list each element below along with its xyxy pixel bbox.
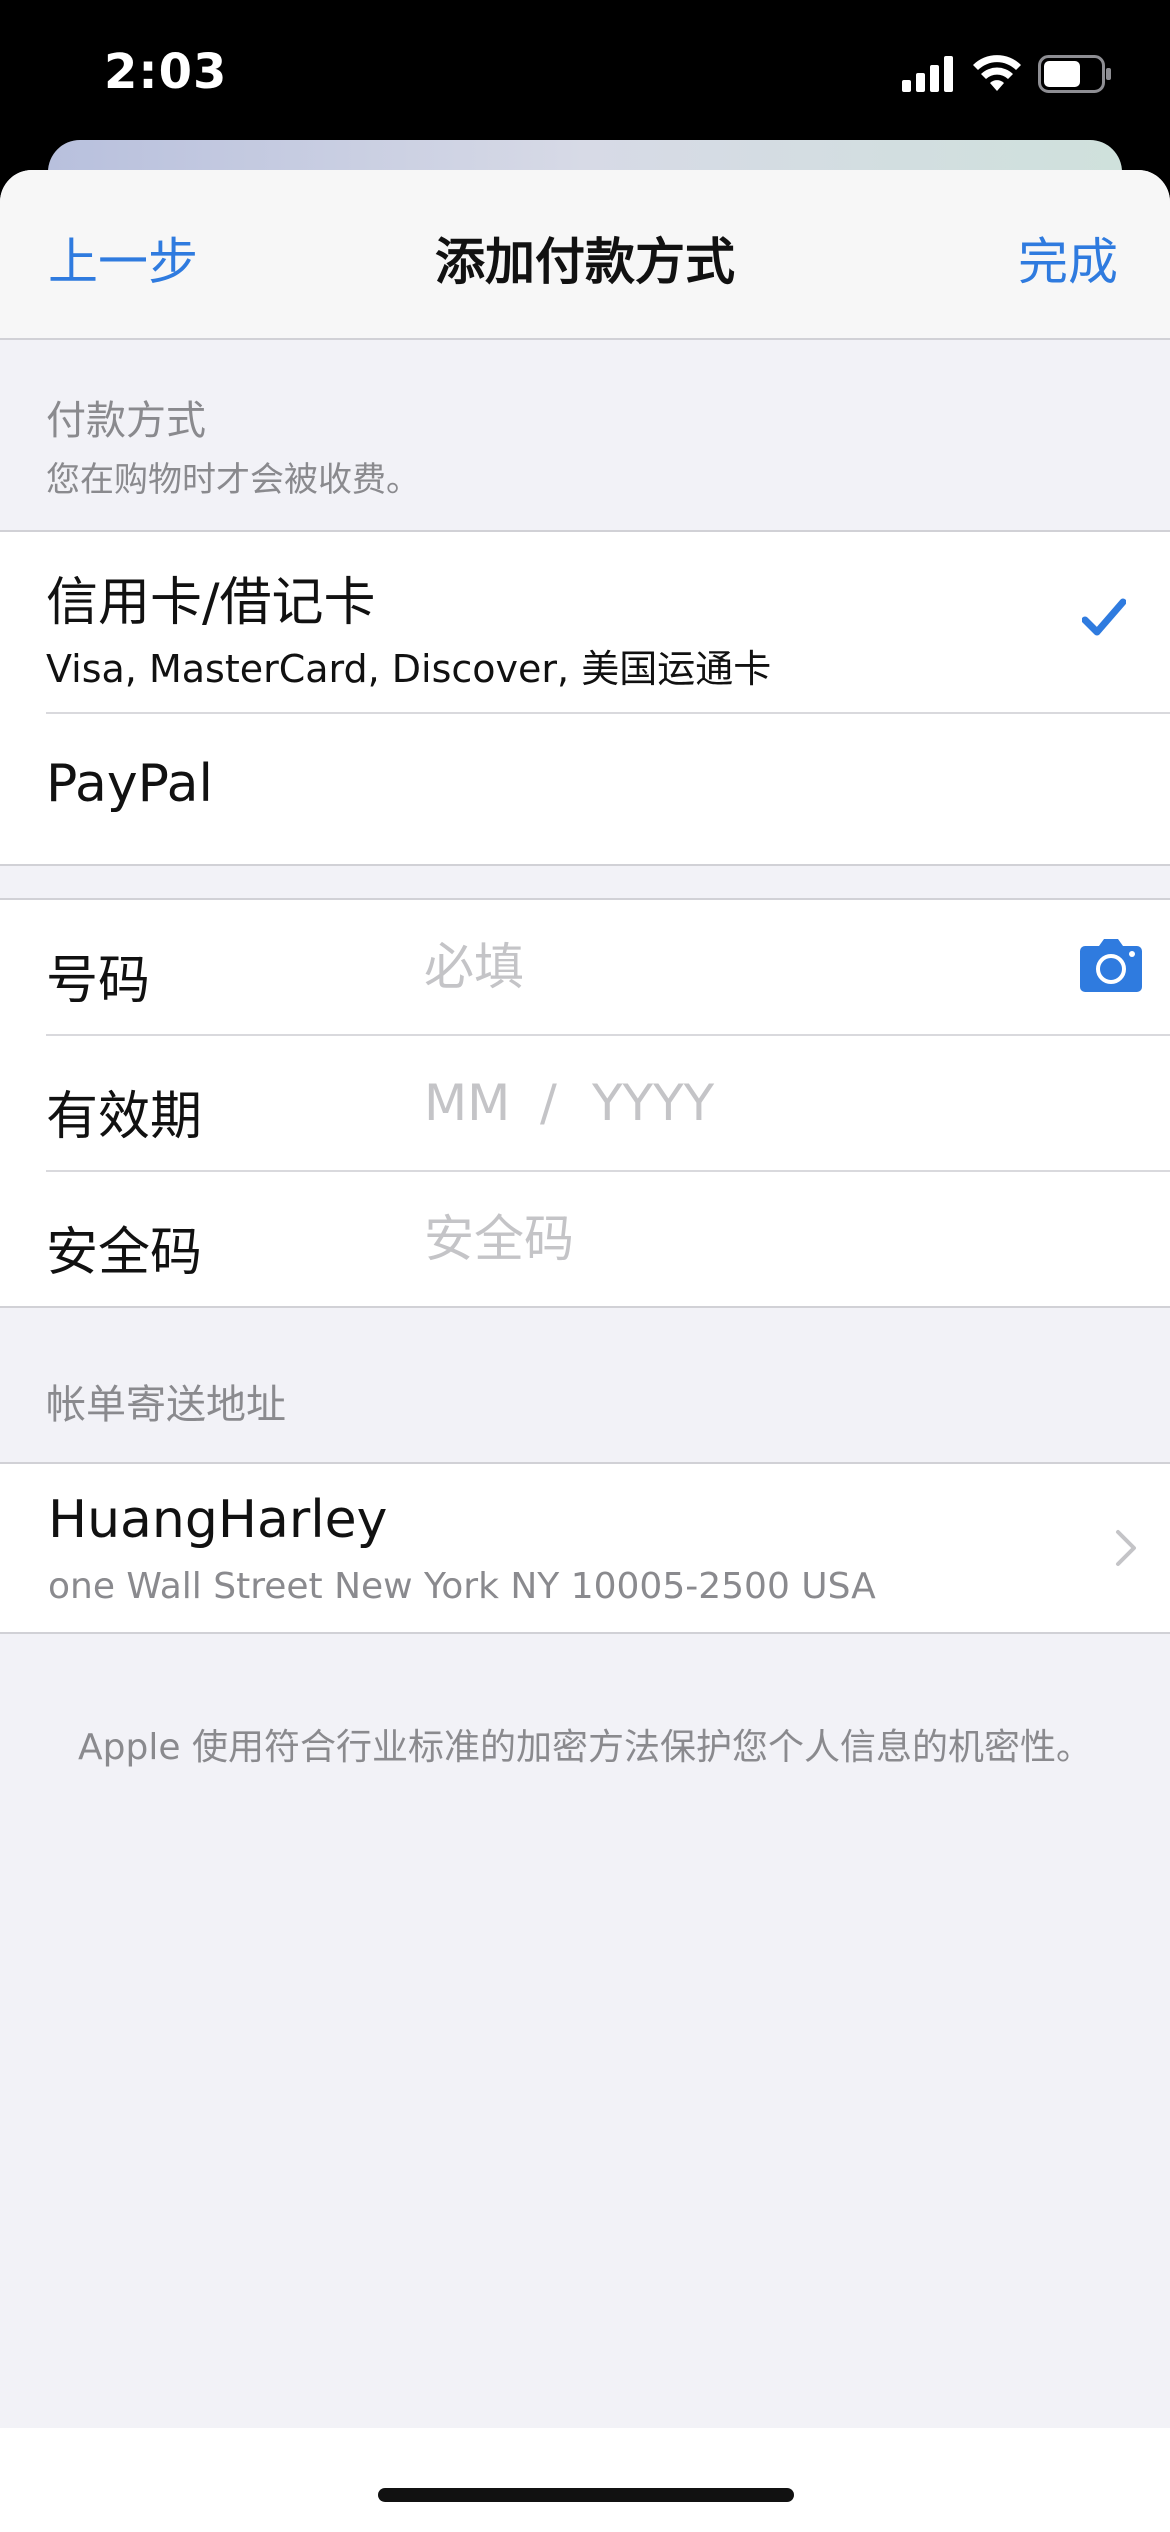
status-icons <box>902 52 1114 96</box>
home-indicator[interactable] <box>378 2488 794 2502</box>
expiry-month-input[interactable] <box>424 1074 534 1132</box>
expiry-label: 有效期 <box>46 1087 203 1147</box>
expiry-year-input[interactable] <box>592 1074 792 1132</box>
chevron-right-icon <box>1116 1530 1136 1566</box>
billing-name: HuangHarley <box>48 1490 388 1550</box>
card-number-row: 号码 <box>0 900 1170 1034</box>
status-bar: 2:03 <box>0 0 1170 150</box>
option-paypal-title: PayPal <box>46 754 213 814</box>
option-card-subtitle: Visa, MasterCard, Discover, 美国运通卡 <box>46 647 772 691</box>
privacy-note: Apple 使用符合行业标准的加密方法保护您个人信息的机密性。 <box>78 1727 1092 1768</box>
card-number-input[interactable] <box>424 938 1044 996</box>
billing-address: one Wall Street New York NY 10005-2500 U… <box>48 1566 876 1607</box>
payment-method-subheader: 您在购物时才会被收费。 <box>46 460 420 500</box>
expiry-row: 有效期 / <box>0 1036 1170 1170</box>
battery-icon <box>1038 55 1111 93</box>
checkmark-icon <box>1082 598 1126 636</box>
card-number-label: 号码 <box>46 951 151 1011</box>
security-code-row: 安全码 <box>0 1172 1170 1308</box>
camera-icon[interactable] <box>1080 938 1142 992</box>
home-indicator-area <box>0 2428 1170 2532</box>
wifi-icon <box>973 55 1021 91</box>
security-code-label: 安全码 <box>46 1223 203 1283</box>
security-code-input[interactable] <box>424 1210 1044 1268</box>
done-button[interactable]: 完成 <box>1018 222 1118 294</box>
card-fields-group: 号码 有效期 / 安全码 <box>0 898 1170 1308</box>
billing-address-header: 帐单寄送地址 <box>46 1382 286 1428</box>
expiry-divider: / <box>540 1074 557 1132</box>
option-card-title: 信用卡/借记卡 <box>46 573 376 633</box>
add-payment-sheet: 上一步 添加付款方式 完成 付款方式 您在购物时才会被收费。 信用卡/借记卡 V… <box>0 170 1170 2532</box>
payment-options-group: 信用卡/借记卡 Visa, MasterCard, Discover, 美国运通… <box>0 530 1170 866</box>
status-time: 2:03 <box>104 44 228 100</box>
signal-icon <box>902 56 953 92</box>
navigation-bar: 上一步 添加付款方式 完成 <box>0 170 1170 340</box>
billing-address-row[interactable]: HuangHarley one Wall Street New York NY … <box>0 1462 1170 1634</box>
option-paypal[interactable]: PayPal <box>0 714 1170 866</box>
payment-method-header: 付款方式 <box>46 398 206 444</box>
page-title: 添加付款方式 <box>435 233 735 291</box>
option-card[interactable]: 信用卡/借记卡 Visa, MasterCard, Discover, 美国运通… <box>0 532 1170 712</box>
